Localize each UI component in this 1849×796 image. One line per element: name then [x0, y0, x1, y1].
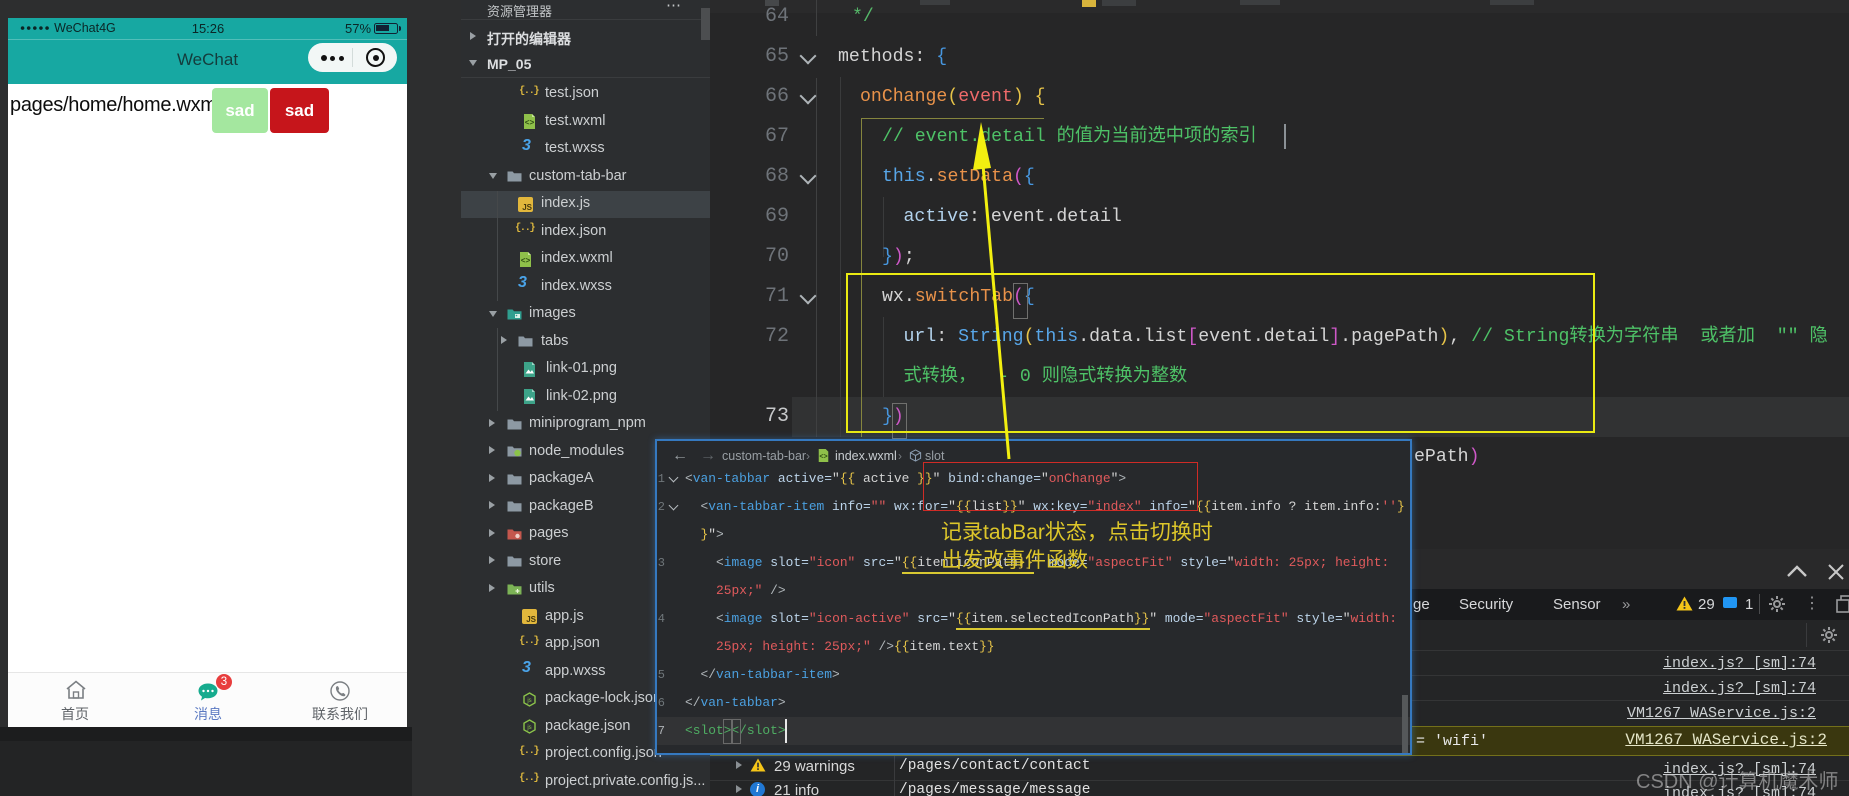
svg-text:js: js [526, 725, 531, 731]
svg-text:<>: <> [525, 119, 535, 128]
svg-text:js: js [526, 698, 531, 704]
svg-text:<>: <> [819, 454, 827, 462]
svg-text:<>: <> [521, 257, 531, 266]
